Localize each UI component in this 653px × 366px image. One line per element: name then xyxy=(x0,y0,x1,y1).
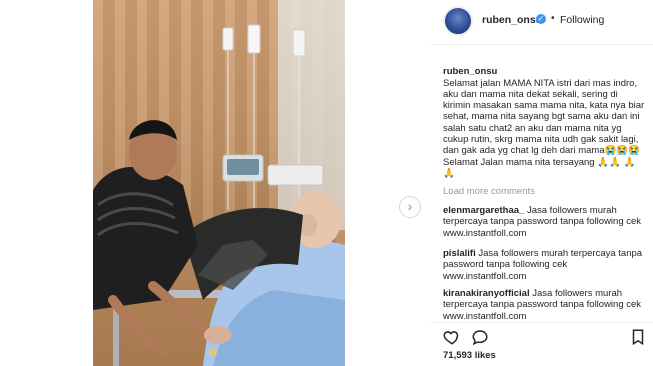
likes-count[interactable]: 71,593 likes xyxy=(443,350,496,361)
avatar[interactable] xyxy=(443,6,473,36)
follow-status[interactable]: Following xyxy=(560,14,604,26)
caption-text: Selamat jalan MAMA NITA istri dari mas i… xyxy=(443,77,645,179)
speech-bubble-icon[interactable] xyxy=(471,328,489,346)
post-details-panel: ruben_onsu ✓ • Following ruben_onsu Sela… xyxy=(430,0,653,366)
next-post-button[interactable]: › xyxy=(399,196,421,218)
comment: kiranakiranyofficial Jasa followers mura… xyxy=(443,288,646,322)
comment: pislalifi Jasa followers murah terpercay… xyxy=(443,248,646,282)
comment-username[interactable]: pislalifi xyxy=(443,248,476,259)
medical-monitor xyxy=(222,154,324,186)
bookmark-icon[interactable] xyxy=(629,328,647,346)
header-separator: • xyxy=(551,13,555,24)
comment-username[interactable]: kiranakiranyofficial xyxy=(443,288,530,299)
photo-scene xyxy=(93,24,345,366)
post-actions-bar xyxy=(430,322,653,347)
comment-username[interactable]: elenmargarethaa_ xyxy=(443,205,524,216)
comment: elenmargarethaa_ Jasa followers murah te… xyxy=(443,205,646,239)
post-author-username[interactable]: ruben_onsu xyxy=(482,14,542,26)
heart-icon[interactable] xyxy=(443,328,461,346)
post-photo[interactable] xyxy=(93,0,345,366)
post-caption: ruben_onsu Selamat jalan MAMA NITA istri… xyxy=(443,55,646,179)
post-header: ruben_onsu ✓ • Following xyxy=(430,0,653,45)
bracelet xyxy=(209,348,217,356)
load-more-comments-button[interactable]: Load more comments xyxy=(443,186,535,197)
chevron-right-icon: › xyxy=(407,198,413,214)
verified-badge-icon: ✓ xyxy=(536,14,546,24)
caption-username[interactable]: ruben_onsu xyxy=(443,66,497,77)
